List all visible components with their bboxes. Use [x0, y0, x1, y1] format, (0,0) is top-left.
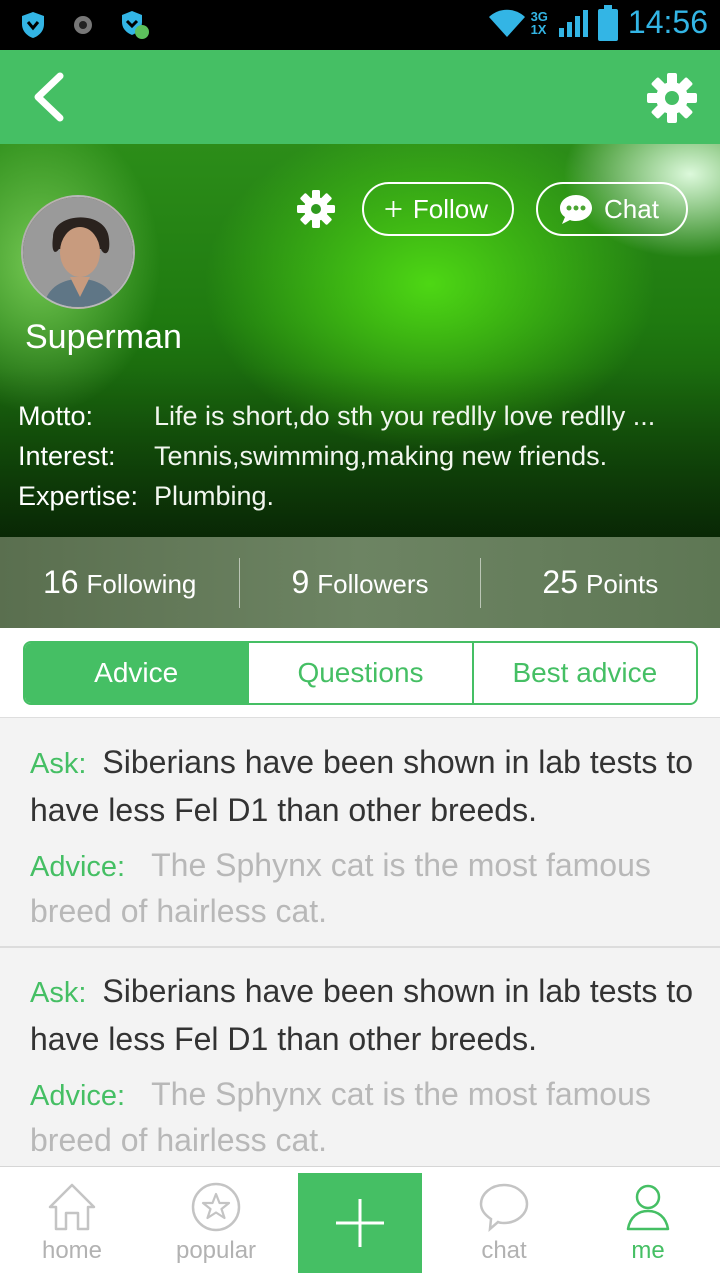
ask-key: Ask: — [30, 977, 87, 1009]
stats-bar: 16 Following 9 Followers 25 Points — [0, 537, 720, 628]
followers-count: 9 — [291, 564, 310, 600]
nav-chat-label: chat — [481, 1237, 527, 1264]
app-bar — [0, 50, 720, 144]
shield-icon — [22, 12, 44, 38]
plus-icon — [336, 1199, 384, 1247]
tab-advice[interactable]: Advice — [25, 643, 248, 703]
person-icon — [626, 1184, 670, 1231]
chat-button[interactable]: Chat — [536, 182, 688, 236]
status-bar: 3G 1X 14:56 — [0, 0, 720, 50]
motto-value: Life is short,do sth you redlly love red… — [154, 400, 656, 431]
advice-text: Advice: The Sphynx cat is the most famous… — [30, 1072, 696, 1162]
follow-label: Follow — [412, 193, 488, 224]
shield-check-icon — [122, 11, 149, 39]
network-type-label: 3G — [530, 8, 548, 24]
signal-icon — [558, 9, 588, 37]
advice-text: Advice: The Sphynx cat is the most famous… — [30, 843, 696, 933]
tab-best-advice[interactable]: Best advice — [471, 643, 696, 703]
tab-questions[interactable]: Questions — [247, 643, 471, 703]
avatar-photo — [23, 197, 133, 307]
expertise-row: Expertise: Plumbing. — [18, 476, 655, 516]
bottom-nav: home popular chat me — [0, 1166, 720, 1278]
wifi-icon — [488, 9, 525, 37]
profile-info: Motto: Life is short,do sth you redlly l… — [18, 396, 655, 516]
nav-popular[interactable]: popular — [144, 1167, 288, 1278]
battery-icon — [597, 4, 618, 41]
ask-value: Siberians have been shown in lab tests t… — [30, 973, 693, 1057]
chat-bubble-icon — [560, 195, 592, 224]
advice-key: Advice: — [30, 851, 126, 883]
home-icon — [48, 1183, 96, 1231]
profile-header: Superman Follow Chat Motto: Life is shor… — [0, 144, 720, 537]
ask-value: Siberians have been shown in lab tests t… — [30, 744, 693, 828]
motto-row: Motto: Life is short,do sth you redlly l… — [18, 396, 655, 436]
follow-button[interactable]: Follow — [362, 182, 514, 236]
tab-area: Advice Questions Best advice — [0, 628, 720, 718]
interest-label: Interest: — [18, 440, 116, 471]
ask-text: Ask: Siberians have been shown in lab tes… — [30, 968, 696, 1062]
segmented-tabs: Advice Questions Best advice — [23, 641, 698, 705]
avatar[interactable] — [21, 195, 135, 309]
nav-chat[interactable]: chat — [432, 1167, 576, 1278]
expertise-label: Expertise: — [18, 480, 139, 511]
record-icon — [74, 16, 92, 34]
chat-bubble-icon — [479, 1183, 529, 1233]
interest-row: Interest: Tennis,swimming,making new fri… — [18, 436, 655, 476]
ask-text: Ask: Siberians have been shown in lab tes… — [30, 739, 696, 833]
add-button[interactable] — [298, 1173, 422, 1273]
advice-key: Advice: — [30, 1080, 126, 1112]
points-count: 25 — [542, 564, 578, 600]
chat-label: Chat — [604, 193, 659, 224]
star-icon — [191, 1182, 241, 1232]
nav-home[interactable]: home — [0, 1167, 144, 1278]
stat-following[interactable]: 16 Following — [0, 564, 239, 601]
points-label: Points — [585, 569, 659, 599]
interest-value: Tennis,swimming,making new friends. — [154, 440, 608, 471]
list-item[interactable]: Ask: Siberians have been shown in lab tes… — [0, 948, 720, 1166]
nav-me-label: me — [631, 1237, 665, 1264]
expertise-value: Plumbing. — [154, 480, 275, 511]
nav-popular-label: popular — [175, 1237, 257, 1264]
plus-icon — [385, 201, 402, 217]
nav-home-label: home — [41, 1237, 103, 1264]
followers-label: Followers — [317, 569, 429, 599]
motto-label: Motto: — [18, 400, 94, 431]
list-item[interactable]: Ask: Siberians have been shown in lab tes… — [0, 719, 720, 948]
ask-key: Ask: — [30, 748, 87, 780]
gear-icon — [647, 73, 697, 123]
nav-me[interactable]: me — [576, 1167, 720, 1278]
stat-points[interactable]: 25 Points — [481, 564, 720, 601]
profile-name: Superman — [25, 318, 182, 356]
chevron-left-icon — [34, 72, 64, 122]
following-count: 16 — [42, 564, 79, 600]
stat-followers[interactable]: 9 Followers — [240, 564, 479, 601]
network-subtype-label: 1X — [530, 21, 547, 37]
back-button[interactable] — [26, 70, 76, 124]
advice-list: Ask: Siberians have been shown in lab tes… — [0, 719, 720, 1166]
profile-settings-icon[interactable] — [296, 189, 336, 229]
clock: 14:56 — [627, 4, 708, 40]
following-label: Following — [86, 569, 197, 599]
settings-button[interactable] — [646, 72, 698, 124]
